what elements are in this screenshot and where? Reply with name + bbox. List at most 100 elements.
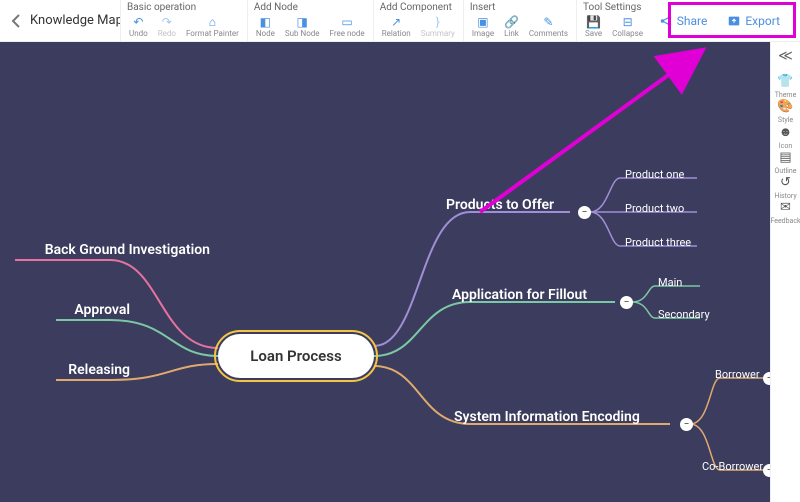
sidebar-item-label: Style (778, 116, 793, 124)
toolbar-item-label: Undo (129, 29, 148, 38)
leaf-label: Co-Borrower (702, 460, 763, 473)
toolbar-item-label: Node (256, 29, 275, 38)
leaf-label: Secondary (658, 308, 710, 321)
share-icon (659, 14, 673, 28)
theme-icon: 👕 (777, 74, 793, 89)
toolbar-item-label: Relation (382, 29, 411, 38)
toolbar-group-title: Tool Settings (583, 2, 645, 13)
export-button[interactable]: Export (721, 10, 786, 32)
free-node-button[interactable]: ▭Free node (328, 15, 367, 38)
toolbar-group-title: Basic operation (127, 2, 241, 13)
collapse-toggle[interactable]: − (578, 206, 591, 219)
save-icon: 💾 (587, 15, 601, 29)
export-label: Export (745, 14, 780, 28)
undo-icon: ↶ (131, 15, 145, 29)
format-painter-button[interactable]: ⌂Format Painter (184, 15, 241, 38)
leaf-label: Main (658, 276, 682, 289)
sidebar-item-label: Icon (779, 142, 792, 150)
chevron-left-icon (11, 14, 21, 28)
leaf-borrower[interactable]: Borrower (715, 368, 760, 381)
node-button[interactable]: ◧Node (254, 15, 277, 38)
leaf-secondary[interactable]: Secondary (658, 308, 710, 321)
branch-investigation[interactable]: Back Ground Investigation (0, 242, 210, 258)
toolbar-item-label: Image (472, 29, 494, 38)
mindmap-canvas[interactable]: Loan Process Back Ground Investigation A… (0, 42, 770, 502)
collapse-toggle[interactable]: − (680, 418, 693, 431)
summary-button[interactable]: }Summary (419, 15, 457, 38)
branch-releasing[interactable]: Releasing (0, 362, 130, 378)
leaf-coborrower[interactable]: Co-Borrower (702, 460, 763, 473)
comments-button[interactable]: ✎Comments (527, 15, 570, 38)
branch-system-info[interactable]: System Information Encoding (454, 409, 640, 425)
relation-icon: ↗ (389, 15, 403, 29)
toolbar-item-label: Comments (529, 29, 568, 38)
feedback-icon: ✉ (780, 200, 791, 215)
collapse-toggle[interactable]: − (763, 464, 770, 477)
back-button[interactable] (8, 13, 24, 29)
branch-label: Products to Offer (446, 197, 554, 213)
link-button[interactable]: 🔗Link (502, 15, 521, 38)
undo-button[interactable]: ↶Undo (127, 15, 150, 38)
branch-label: Releasing (68, 362, 130, 378)
sidebar-item-label: Theme (775, 91, 797, 99)
sidebar-item-feedback[interactable]: ✉ Feedback (770, 200, 800, 225)
toolbar-group-add-component: Add Component ↗Relation }Summary (373, 0, 463, 42)
export-icon (727, 14, 741, 28)
sidebar-item-history[interactable]: ↺ History (770, 175, 800, 200)
toolbar-group-title: Insert (470, 2, 570, 13)
redo-icon: ↷ (160, 15, 174, 29)
collapse-icon: ⊟ (621, 15, 635, 29)
toolbar-item-label: Link (504, 29, 519, 38)
right-sidebar: ≪ 👕 Theme🎨 Style☻Icon▤ Outline↺ History✉ Feed… (770, 42, 800, 502)
branch-label: Application for Fillout (452, 287, 587, 303)
image-icon: ▣ (476, 15, 490, 29)
branch-products[interactable]: Products to Offer (446, 197, 554, 213)
toolbar-item-label: Save (585, 29, 602, 38)
toolbar-item-label: Sub Node (285, 29, 320, 38)
leaf-label: Product three (625, 236, 691, 249)
redo-button[interactable]: ↷Redo (156, 15, 178, 38)
save-button[interactable]: 💾Save (583, 15, 604, 38)
history-icon: ↺ (780, 175, 791, 190)
collapse-toggle[interactable]: − (763, 372, 770, 385)
sidebar-collapse[interactable]: ≪ (778, 48, 793, 64)
collapse-toggle[interactable]: − (620, 296, 633, 309)
center-node[interactable]: Loan Process (218, 334, 374, 378)
sidebar-item-outline[interactable]: ▤ Outline (770, 150, 800, 175)
style-icon: 🎨 (777, 99, 793, 114)
toolbar-group-basic-operation: Basic operation ↶Undo ↷Redo ⌂Format Painter (120, 0, 247, 42)
format-painter-icon: ⌂ (205, 15, 219, 29)
branch-approval[interactable]: Approval (0, 302, 130, 318)
sidebar-item-theme[interactable]: 👕 Theme (770, 74, 800, 99)
sidebar-item-label: Feedback (770, 217, 800, 225)
leaf-product-one[interactable]: Product one (625, 168, 684, 181)
summary-icon: } (431, 15, 445, 29)
sub-node-button[interactable]: ◨Sub Node (283, 15, 322, 38)
leaf-main[interactable]: Main (658, 276, 682, 289)
sidebar-item-icon[interactable]: ☻Icon (770, 124, 800, 150)
toolbar-item-label: Collapse (612, 29, 643, 38)
sidebar-item-label: History (774, 192, 796, 200)
image-button[interactable]: ▣Image (470, 15, 496, 38)
center-node-label: Loan Process (250, 347, 341, 365)
toolbar-group-tool-settings: Tool Settings 💾Save ⊟Collapse (576, 0, 651, 42)
toolbar-group-title: Add Node (254, 2, 367, 13)
share-button[interactable]: Share (653, 10, 714, 32)
toolbar-group-title: Add Component (380, 2, 457, 13)
relation-button[interactable]: ↗Relation (380, 15, 413, 38)
leaf-label: Product one (625, 168, 684, 181)
branch-label: Approval (74, 302, 130, 318)
leaf-product-two[interactable]: Product two (625, 202, 684, 215)
sub-node-icon: ◨ (295, 15, 309, 29)
outline-icon: ▤ (779, 150, 791, 165)
leaf-label: Product two (625, 202, 684, 215)
leaf-label: Borrower (715, 368, 760, 381)
link-icon: 🔗 (504, 15, 518, 29)
sidebar-item-label: Outline (775, 167, 797, 175)
collapse-button[interactable]: ⊟Collapse (610, 15, 645, 38)
sidebar-item-style[interactable]: 🎨 Style (770, 99, 800, 124)
leaf-product-three[interactable]: Product three (625, 236, 691, 249)
toolbar-item-label: Redo (158, 29, 176, 38)
branch-application[interactable]: Application for Fillout (452, 287, 587, 303)
mindmap-edges (0, 42, 770, 502)
